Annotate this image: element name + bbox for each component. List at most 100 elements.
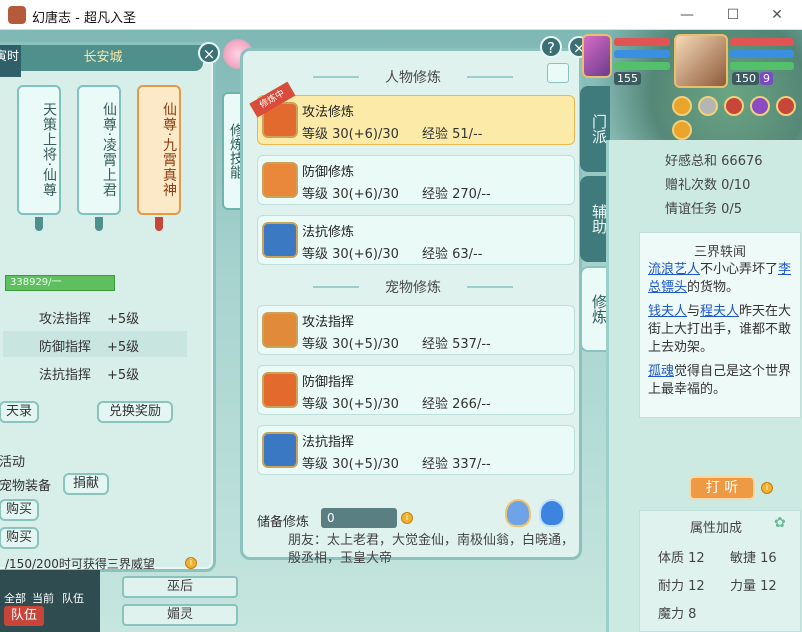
card-exp: 经验 266/--	[422, 397, 491, 412]
inquire-button[interactable]: 打 听	[689, 476, 755, 500]
news-text: 不小心弄坏了	[700, 262, 779, 277]
card-name: 攻法修炼	[302, 105, 355, 120]
paw-defense-icon	[262, 372, 298, 408]
attr-item: 力量 12	[730, 575, 777, 594]
attr-value: 12	[688, 551, 705, 566]
window-title: 幻唐志 - 超凡入圣	[32, 11, 136, 26]
attr-name: 敏捷	[730, 551, 757, 566]
cultivation-card-defense[interactable]: 防御修炼 等级 30(+6)/30 经验 270/--	[257, 155, 575, 205]
pet-equip-label: 宠物装备	[0, 479, 52, 494]
news-link[interactable]: 钱夫人	[648, 304, 687, 319]
bonus-name: 攻法指挥	[39, 312, 92, 327]
channel-all[interactable]: 全部	[4, 590, 26, 606]
activity-label: 活动	[0, 455, 26, 470]
bonus-row: 防御指挥 +5级	[3, 331, 187, 357]
cultivation-card-resist[interactable]: 法抗修炼 等级 30(+6)/30 经验 63/--	[257, 215, 575, 265]
attr-item: 体质 12	[658, 547, 705, 566]
title-panel: 长安城 寅时 天策上将·仙尊 仙尊·凌霄上君 仙尊·九霄真神 338929/一 …	[0, 42, 216, 572]
flame-up-icon[interactable]	[539, 499, 565, 527]
pet-card-attack[interactable]: 攻法指挥 等级 30(+5)/30 经验 537/--	[257, 305, 575, 355]
bonus-value: +5级	[107, 368, 140, 383]
buff-icon[interactable]	[776, 96, 796, 116]
app-icon	[8, 6, 26, 24]
stat-value: 0/10	[721, 178, 751, 193]
edit-icon[interactable]	[547, 63, 569, 83]
close-window-button[interactable]: ✕	[764, 4, 790, 26]
buff-icon[interactable]	[750, 96, 770, 116]
news-link[interactable]: 程夫人	[700, 304, 739, 319]
city-name: 长安城	[3, 45, 203, 71]
stat-value: 0/5	[721, 202, 743, 217]
info-icon[interactable]: i	[761, 482, 773, 494]
relation-panel: 好感总和 66676 赠礼次数 0/10 情谊任务 0/5 三界轶闻 流浪艺人不…	[606, 140, 802, 632]
news-link[interactable]: 孤魂	[648, 364, 674, 379]
card-level: 等级 30(+5)/30	[302, 457, 399, 472]
attr-value: 12	[688, 579, 705, 594]
card-level: 等级 30(+6)/30	[302, 247, 399, 262]
pet-card-resist[interactable]: 法抗指挥 等级 30(+5)/30 经验 337/--	[257, 425, 575, 475]
buy-button-2[interactable]: 购买	[0, 527, 39, 549]
help-icon[interactable]: ?	[540, 36, 562, 58]
card-name: 防御指挥	[302, 375, 355, 390]
coin-icon: i	[185, 557, 197, 569]
card-name: 防御修炼	[302, 165, 355, 180]
info-icon[interactable]: i	[401, 512, 413, 524]
potion-icon[interactable]	[505, 499, 531, 527]
attr-value: 8	[688, 607, 697, 622]
scroll-tassel	[155, 217, 163, 231]
left-panel-close-icon[interactable]: ×	[198, 42, 220, 64]
taiji-icon	[262, 222, 298, 258]
bonus-value: +5级	[107, 312, 140, 327]
pet-mp-bar	[614, 50, 670, 58]
buff-icon[interactable]	[698, 96, 718, 116]
news-item: 钱夫人与程夫人昨天在大街上大打出手，谁都不敢上去劝架。	[648, 303, 798, 357]
person-section-header: 人物修炼	[313, 67, 513, 87]
card-exp: 经验 337/--	[422, 457, 491, 472]
title-scroll-1[interactable]: 天策上将·仙尊	[17, 85, 61, 215]
time-chip: 寅时	[0, 45, 21, 77]
stat-label: 赠礼次数	[665, 178, 718, 193]
title-scroll-3[interactable]: 仙尊·九霄真神	[137, 85, 181, 215]
player-avatar[interactable]	[674, 34, 728, 88]
pet-level: 155	[614, 72, 641, 85]
buff-icon[interactable]	[672, 96, 692, 116]
bonus-name: 防御指挥	[39, 340, 92, 355]
friend-name-button[interactable]: 巫后	[122, 576, 238, 598]
attr-item: 魔力 8	[658, 603, 696, 622]
minimize-button[interactable]: —	[674, 4, 700, 26]
buy-button-1[interactable]: 购买	[0, 499, 39, 521]
attr-value: 16	[760, 551, 777, 566]
channel-current[interactable]: 当前	[32, 590, 54, 606]
bonus-name: 法抗指挥	[39, 368, 92, 383]
buff-icon[interactable]	[672, 120, 692, 140]
bonus-value: +5级	[107, 340, 140, 355]
channel-team[interactable]: 队伍	[62, 590, 84, 606]
stat-tasks: 情谊任务 0/5	[665, 198, 742, 217]
stat-label: 情谊任务	[665, 202, 718, 217]
progress-bar: 338929/一	[5, 275, 115, 291]
player-mp-bar	[730, 50, 794, 58]
friend-name-button[interactable]: 媚灵	[122, 604, 238, 626]
buff-icon[interactable]	[724, 96, 744, 116]
pet-card-defense[interactable]: 防御指挥 等级 30(+5)/30 经验 266/--	[257, 365, 575, 415]
game-viewport: 长安城 寅时 天策上将·仙尊 仙尊·凌霄上君 仙尊·九霄真神 338929/一 …	[0, 30, 802, 632]
pet-avatar[interactable]	[582, 34, 612, 78]
news-box: 三界轶闻 流浪艺人不小心弄坏了李总镖头的货物。 钱夫人与程夫人昨天在大街上大打出…	[639, 232, 801, 418]
attr-name: 魔力	[658, 607, 685, 622]
title-scroll-2[interactable]: 仙尊·凌霄上君	[77, 85, 121, 215]
window-titlebar: 幻唐志 - 超凡入圣 — ☐ ✕	[0, 0, 802, 30]
card-exp: 经验 537/--	[422, 337, 491, 352]
news-text: 与	[687, 304, 701, 319]
cultivation-card-attack[interactable]: 修炼中 攻法修炼 等级 30(+6)/30 经验 51/--	[249, 81, 575, 145]
news-link[interactable]: 流浪艺人	[648, 262, 700, 277]
redeem-reward-button[interactable]: 兑换奖励	[97, 401, 173, 423]
reserve-label: 储备修炼	[257, 515, 310, 530]
stat-favor: 好感总和 66676	[665, 150, 763, 169]
donate-button[interactable]: 捐献	[63, 473, 109, 495]
team-button[interactable]: 队伍	[4, 606, 44, 626]
gear-icon[interactable]: ✿	[774, 515, 786, 531]
maximize-button[interactable]: ☐	[720, 4, 746, 26]
shield-icon	[262, 162, 298, 198]
tianlu-button[interactable]: 天录	[0, 401, 39, 423]
scroll-tassel	[95, 217, 103, 231]
